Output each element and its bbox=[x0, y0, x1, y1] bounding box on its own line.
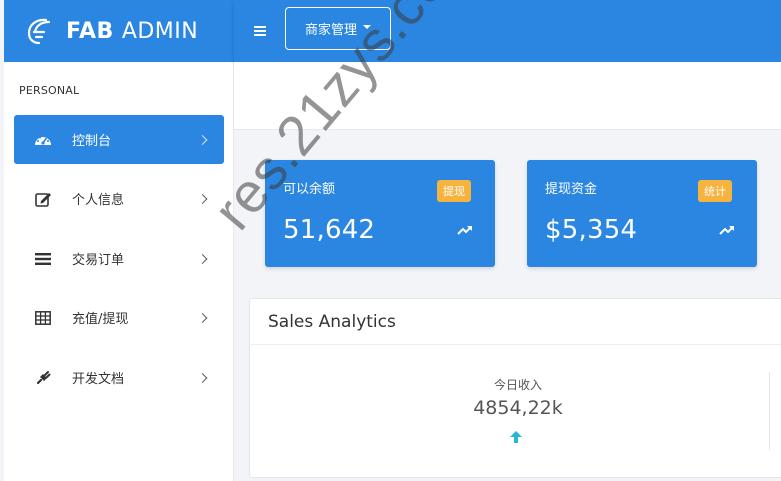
today-income-label: 今日收入 bbox=[493, 378, 542, 392]
stat-label: 提现资金 bbox=[545, 182, 598, 197]
top-navbar: 商家管理 bbox=[234, 0, 781, 62]
chevron-right-icon bbox=[197, 312, 208, 323]
withdraw-badge[interactable]: 提现 bbox=[437, 180, 471, 202]
sidebar-item-orders[interactable]: 交易订单 bbox=[14, 234, 224, 283]
sidebar-item-label: 个人信息 bbox=[72, 193, 125, 208]
trending-up-icon bbox=[457, 226, 472, 235]
withdrawn-funds-card: 提现资金 统计 $5,354 bbox=[527, 160, 757, 267]
brand-name-bold: FAB bbox=[66, 18, 114, 44]
dashboard-icon bbox=[34, 131, 52, 149]
list-icon bbox=[34, 250, 52, 268]
chevron-right-icon bbox=[197, 134, 208, 145]
sidebar-section-title: PERSONAL bbox=[19, 84, 80, 97]
stat-value: $5,354 bbox=[545, 215, 638, 245]
sales-analytics-title: Sales Analytics bbox=[268, 312, 396, 332]
sidebar-item-profile[interactable]: 个人信息 bbox=[14, 174, 224, 223]
arrow-up-icon bbox=[510, 431, 522, 443]
plug-icon bbox=[34, 369, 52, 387]
hamburger-menu-icon[interactable] bbox=[254, 26, 266, 36]
sidebar-item-label: 充值/提现 bbox=[72, 312, 129, 327]
brand-name: FAB ADMIN bbox=[66, 19, 198, 44]
metric-separator bbox=[769, 372, 770, 450]
chevron-right-icon bbox=[197, 253, 208, 264]
trending-up-icon bbox=[719, 226, 734, 235]
sidebar: PERSONAL 控制台 个人信息 交易订单 充值/提现 开发文档 bbox=[4, 62, 234, 481]
sidebar-item-dashboard[interactable]: 控制台 bbox=[14, 115, 224, 164]
sidebar-item-dev-docs[interactable]: 开发文档 bbox=[14, 353, 224, 402]
fab-logo-icon bbox=[27, 18, 51, 45]
sidebar-item-recharge-withdraw[interactable]: 充值/提现 bbox=[14, 293, 224, 342]
sales-analytics-card: Sales Analytics 今日收入 4854,22k bbox=[249, 298, 781, 478]
statistics-badge[interactable]: 统计 bbox=[698, 180, 732, 202]
today-income-value: 4854,22k bbox=[473, 397, 563, 419]
table-icon bbox=[34, 309, 52, 327]
sidebar-item-label: 交易订单 bbox=[72, 253, 125, 268]
brand-name-rest: ADMIN bbox=[121, 18, 199, 44]
stat-value: 51,642 bbox=[283, 215, 376, 245]
chevron-right-icon bbox=[197, 372, 208, 383]
sidebar-item-label: 开发文档 bbox=[72, 372, 125, 387]
brand-logo-area[interactable]: FAB ADMIN bbox=[4, 0, 234, 62]
sidebar-item-label: 控制台 bbox=[72, 134, 112, 149]
divider bbox=[250, 344, 781, 345]
edit-icon bbox=[34, 190, 52, 208]
